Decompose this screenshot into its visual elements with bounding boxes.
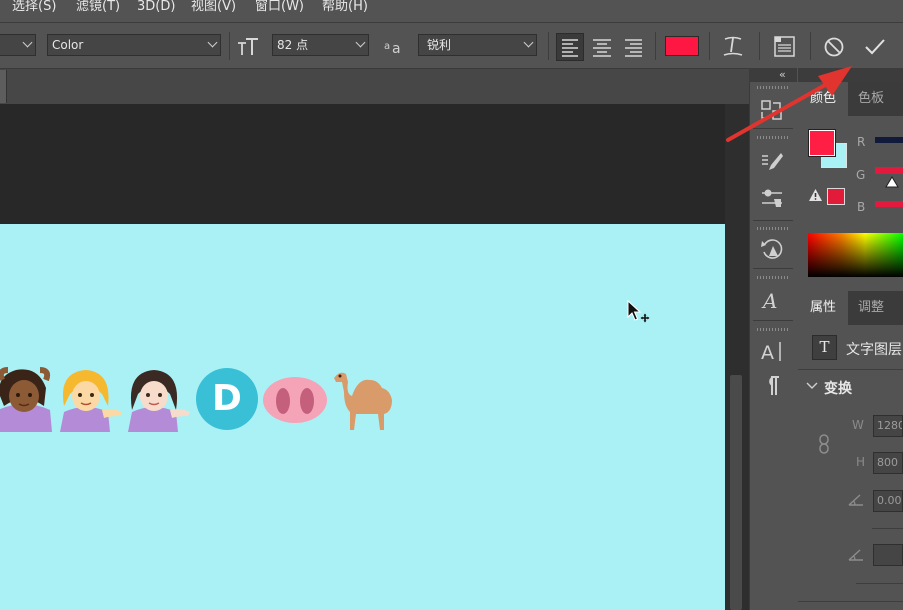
- separator: [810, 32, 811, 60]
- warning-icon: [809, 189, 822, 201]
- align-center-icon[interactable]: [589, 34, 615, 60]
- width-input[interactable]: 1280: [873, 415, 903, 437]
- menu-select[interactable]: 选择(S): [12, 0, 56, 14]
- transform-section-title[interactable]: 变换: [824, 378, 852, 398]
- drag-grip[interactable]: [757, 227, 789, 230]
- separator: [872, 528, 903, 529]
- svg-text:A: A: [761, 289, 777, 313]
- separator: [798, 601, 903, 602]
- drag-grip[interactable]: [757, 328, 789, 331]
- letter-d-text: D: [212, 378, 242, 419]
- letter-d-emoji: D: [196, 368, 258, 430]
- glyphs-icon[interactable]: A: [759, 287, 785, 313]
- height-label: H: [856, 455, 866, 469]
- height-input[interactable]: 800: [873, 452, 903, 474]
- link-icon[interactable]: [816, 434, 832, 454]
- history-states-icon[interactable]: [759, 236, 785, 262]
- separator: [753, 220, 793, 221]
- chevron-down-icon: [355, 37, 366, 48]
- separator: [753, 268, 793, 269]
- chevron-down-icon: [22, 37, 33, 48]
- menu-3d[interactable]: 3D(D): [137, 0, 175, 14]
- woman-gesturing-ok-emoji: [0, 367, 52, 432]
- font-size-dropdown[interactable]: 82 点: [272, 34, 369, 56]
- chevron-down-icon: [523, 37, 534, 48]
- font-style-value: Color: [52, 38, 84, 52]
- pig-nose-emoji: [263, 377, 327, 423]
- text-color-swatch[interactable]: [665, 36, 699, 56]
- paragraph-icon[interactable]: [759, 373, 785, 399]
- menu-filter[interactable]: 滤镜(T): [76, 0, 120, 14]
- separator: [709, 32, 710, 60]
- check-icon[interactable]: [862, 34, 888, 60]
- svg-text:a: a: [384, 41, 390, 52]
- font-size-value: 82 点: [277, 38, 309, 52]
- channel-g-slider[interactable]: [875, 167, 903, 174]
- chevron-down-icon: [207, 37, 218, 48]
- separator: [856, 583, 903, 584]
- woman-tipping-hand-emoji: [60, 370, 122, 432]
- separator: [655, 32, 656, 60]
- document-tab-strip: [0, 68, 749, 105]
- font-size-icon: [238, 38, 258, 55]
- woman-tipping-hand-light-emoji: [128, 370, 190, 432]
- antialias-icon: a a: [384, 41, 401, 57]
- font-style-dropdown[interactable]: Color: [47, 34, 221, 56]
- separator: [759, 32, 760, 60]
- character-panels-icon[interactable]: [771, 33, 797, 59]
- menu-view[interactable]: 视图(V): [191, 0, 236, 14]
- move-cursor-icon: [627, 300, 650, 323]
- angle-input[interactable]: 0.00: [873, 490, 903, 512]
- menu-window[interactable]: 窗口(W): [255, 0, 304, 14]
- angle-icon: [848, 494, 863, 506]
- chevron-down-icon[interactable]: [806, 381, 818, 391]
- pasteboard: [0, 104, 725, 224]
- tool-presets-icon[interactable]: [759, 185, 785, 211]
- font-family-dropdown[interactable]: [0, 34, 36, 56]
- drag-grip[interactable]: [757, 276, 789, 279]
- skew-input[interactable]: [873, 544, 903, 566]
- text-layer-icon: T: [812, 335, 837, 360]
- properties-panel-tabs: 属性 调整: [798, 291, 903, 325]
- align-left-icon: [562, 39, 578, 57]
- separator: [548, 32, 549, 60]
- document-tab[interactable]: [0, 70, 7, 103]
- menu-help[interactable]: 帮助(H): [322, 0, 368, 14]
- align-left-button[interactable]: [556, 33, 584, 61]
- svg-text:A: A: [761, 342, 774, 364]
- antialias-dropdown[interactable]: 锐利: [418, 34, 537, 56]
- out-of-gamut-swatch[interactable]: [827, 188, 845, 205]
- channel-b-label: B: [857, 200, 866, 214]
- width-label: W: [852, 418, 864, 432]
- separator: [798, 369, 903, 370]
- camel-emoji: [334, 372, 392, 430]
- menu-bar: 选择(S) 滤镜(T) 3D(D) 视图(V) 窗口(W) 帮助(H): [0, 0, 903, 22]
- tab-adjustments[interactable]: 调整: [846, 291, 900, 325]
- cancel-icon[interactable]: [822, 34, 848, 60]
- slider-handle-icon[interactable]: [885, 176, 899, 188]
- warp-text-icon[interactable]: [720, 33, 746, 59]
- layer-type-label: 文字图层: [846, 342, 902, 358]
- color-spectrum[interactable]: [808, 233, 903, 277]
- separator: [753, 320, 793, 321]
- character-icon[interactable]: A: [759, 338, 785, 364]
- align-right-icon[interactable]: [621, 34, 647, 60]
- separator: [229, 32, 230, 60]
- channel-g-label: G: [856, 168, 866, 182]
- channel-b-slider[interactable]: [875, 201, 903, 207]
- brush-settings-icon[interactable]: [759, 150, 785, 176]
- antialias-value: 锐利: [427, 38, 452, 52]
- tab-properties[interactable]: 属性: [798, 291, 848, 325]
- channel-r-slider[interactable]: [875, 137, 903, 143]
- scrollbar-thumb[interactable]: [730, 375, 742, 610]
- annotation-arrow: [726, 66, 852, 142]
- skew-icon: [848, 549, 863, 561]
- svg-text:a: a: [392, 41, 401, 57]
